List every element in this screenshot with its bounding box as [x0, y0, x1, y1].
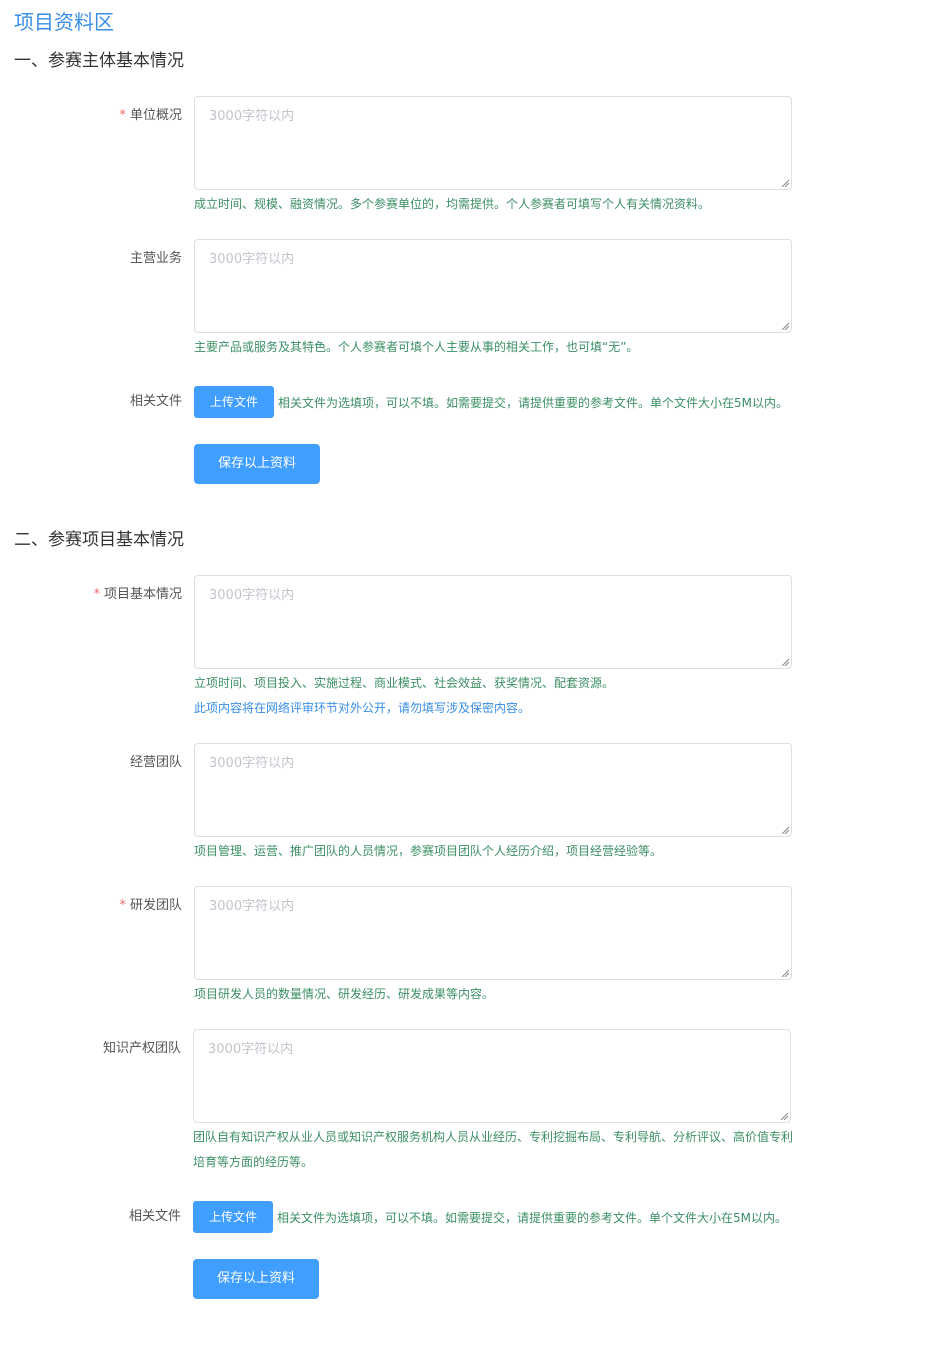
rd-team-hint: 项目研发人员的数量情况、研发经历、研发成果等内容。: [194, 987, 495, 1001]
ip-team-hint-line1: 团队自有知识产权从业人员或知识产权服务机构人员从业经历、专利挖掘布局、专利导航、…: [193, 1130, 794, 1144]
label-text: 研发团队: [129, 898, 182, 913]
ip-team-textarea[interactable]: 3000字符以内: [193, 1029, 791, 1123]
field-label-operation-team: 经营团队: [129, 755, 182, 770]
project-basic-hint: 立项时间、项目投入、实施过程、商业模式、社会效益、获奖情况、配套资源。: [194, 676, 615, 690]
resize-handle-icon[interactable]: [781, 179, 789, 187]
label-text: 单位概况: [129, 108, 182, 123]
textarea-placeholder: 3000字符以内: [209, 756, 295, 771]
project-basic-confidential-hint: 此项内容将在网络评审环节对外公开，请勿填写涉及保密内容。: [194, 701, 531, 715]
required-mark: *: [119, 108, 126, 123]
resize-handle-icon[interactable]: [781, 658, 789, 666]
required-mark: *: [119, 898, 126, 913]
upload-note-2: 相关文件为选填项，可以不填。如需要提交，请提供重要的参考文件。单个文件大小在5M…: [277, 1211, 787, 1225]
upload-file-button-2[interactable]: 上传文件: [193, 1201, 273, 1233]
page-title: 项目资料区: [14, 10, 114, 34]
field-label-related-files-2: 相关文件: [128, 1209, 181, 1224]
operation-team-textarea[interactable]: 3000字符以内: [194, 743, 792, 837]
unit-overview-textarea[interactable]: 3000字符以内: [194, 96, 792, 190]
rd-team-textarea[interactable]: 3000字符以内: [194, 886, 792, 980]
required-mark: *: [93, 587, 100, 602]
textarea-placeholder: 3000字符以内: [208, 1042, 294, 1057]
textarea-placeholder: 3000字符以内: [209, 588, 295, 603]
ip-team-hint-line2: 培育等方面的经历等。: [193, 1155, 314, 1169]
textarea-placeholder: 3000字符以内: [209, 109, 295, 124]
field-label-rd-team: * 研发团队: [14, 897, 182, 915]
resize-handle-icon[interactable]: [781, 826, 789, 834]
save-button-2[interactable]: 保存以上资料: [193, 1259, 319, 1299]
section-title-project: 二、参赛项目基本情况: [14, 530, 184, 550]
resize-handle-icon[interactable]: [781, 969, 789, 977]
textarea-placeholder: 3000字符以内: [209, 252, 295, 267]
main-business-hint: 主要产品或服务及其特色。个人参赛者可填个人主要从事的相关工作，也可填“无”。: [194, 340, 639, 354]
unit-overview-hint: 成立时间、规模、融资情况。多个参赛单位的，均需提供。个人参赛者可填写个人有关情况…: [194, 197, 711, 211]
upload-file-button[interactable]: 上传文件: [194, 386, 274, 418]
operation-team-hint: 项目管理、运营、推广团队的人员情况，参赛项目团队个人经历介绍，项目经营经验等。: [194, 844, 663, 858]
save-button[interactable]: 保存以上资料: [194, 444, 320, 484]
upload-note: 相关文件为选填项，可以不填。如需要提交，请提供重要的参考文件。单个文件大小在5M…: [278, 396, 788, 410]
field-label-project-basic: * 项目基本情况: [14, 586, 182, 604]
resize-handle-icon[interactable]: [781, 322, 789, 330]
label-text: 项目基本情况: [103, 587, 182, 602]
main-business-textarea[interactable]: 3000字符以内: [194, 239, 792, 333]
textarea-placeholder: 3000字符以内: [209, 899, 295, 914]
section-title-entity: 一、参赛主体基本情况: [14, 51, 184, 71]
field-label-ip-team: 知识产权团队: [102, 1041, 181, 1056]
project-basic-textarea[interactable]: 3000字符以内: [194, 575, 792, 669]
resize-handle-icon[interactable]: [780, 1112, 788, 1120]
field-label-unit-overview: * 单位概况: [14, 107, 182, 125]
field-label-main-business: 主营业务: [129, 251, 182, 266]
field-label-related-files: 相关文件: [129, 394, 182, 409]
